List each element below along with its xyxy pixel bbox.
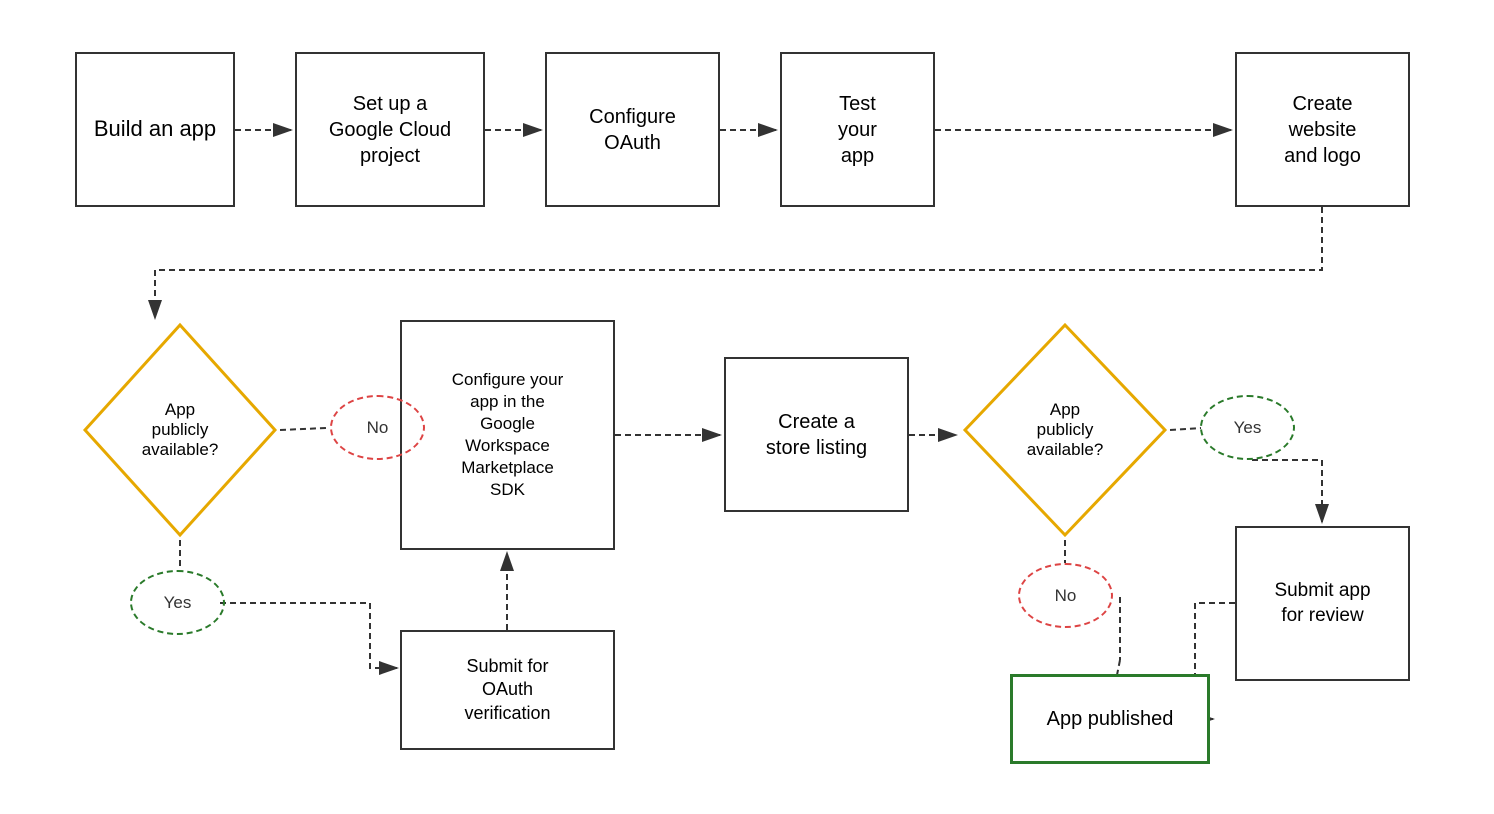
configure-workspace-box: Configure yourapp in theGoogleWorkspaceM… [400, 320, 615, 550]
submit-review-box: Submit appfor review [1235, 526, 1410, 681]
diamond2-container: Apppubliclyavailable? [960, 320, 1170, 540]
diagram: Build an app Set up aGoogle Cloudproject… [0, 0, 1494, 814]
setup-google-box: Set up aGoogle Cloudproject [295, 52, 485, 207]
no1-oval: No [330, 395, 425, 460]
yes2-oval: Yes [1200, 395, 1295, 460]
create-website-box: Createwebsiteand logo [1235, 52, 1410, 207]
test-app-box: Testyourapp [780, 52, 935, 207]
build-app-box: Build an app [75, 52, 235, 207]
diamond1-label: Apppubliclyavailable? [142, 400, 219, 460]
create-store-box: Create astore listing [724, 357, 909, 512]
app-published-box: App published [1010, 674, 1210, 764]
no2-oval: No [1018, 563, 1113, 628]
submit-oauth-box: Submit forOAuthverification [400, 630, 615, 750]
diamond2-label: Apppubliclyavailable? [1027, 400, 1104, 460]
configure-oauth-box: ConfigureOAuth [545, 52, 720, 207]
yes1-oval: Yes [130, 570, 225, 635]
diamond1-container: Apppubliclyavailable? [80, 320, 280, 540]
